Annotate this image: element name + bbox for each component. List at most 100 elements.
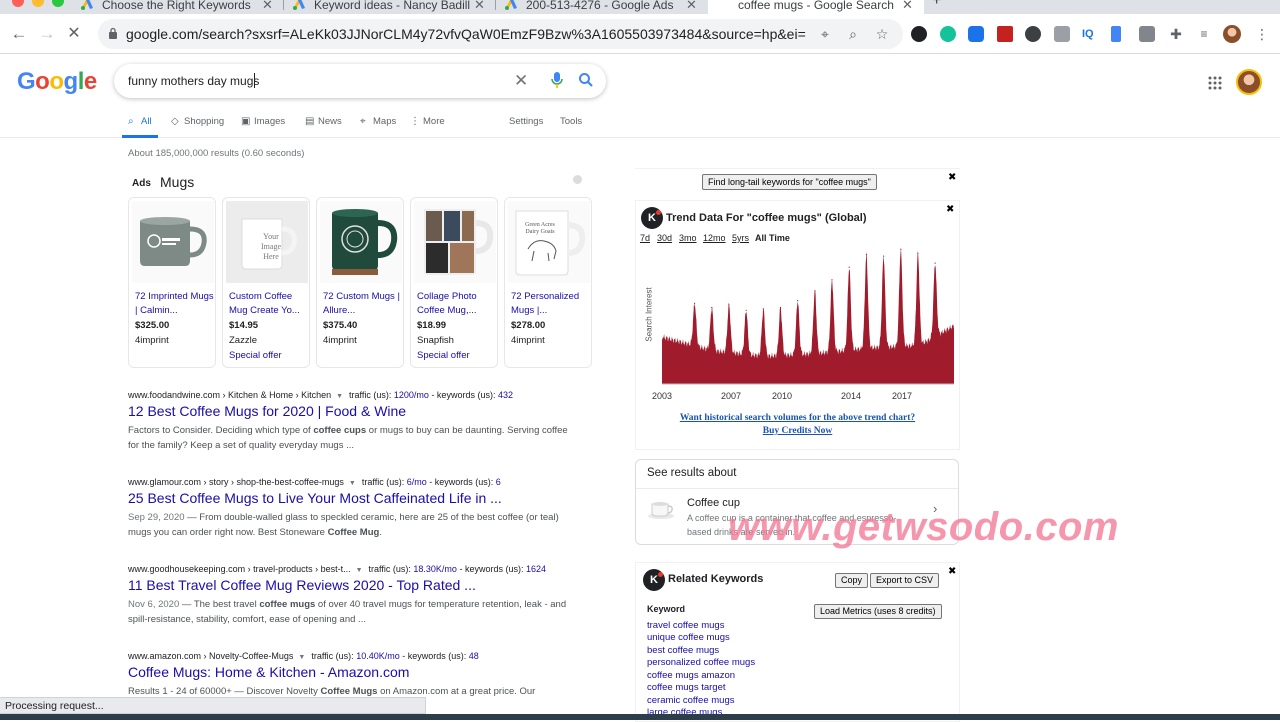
related-keyword-link[interactable]: personalized coffee mugs	[647, 657, 755, 668]
buy-credits-link[interactable]: Buy Credits Now	[635, 426, 960, 436]
extension-icon[interactable]	[1025, 26, 1041, 42]
stop-loading-icon[interactable]: ✕	[64, 24, 84, 44]
related-keyword-link[interactable]: ceramic coffee mugs	[647, 695, 734, 706]
range-12mo[interactable]: 12mo	[703, 233, 726, 243]
product-ad-card[interactable]: Collage Photo Coffee Mug,... $18.99 Snap…	[410, 197, 498, 368]
extensions-puzzle-icon[interactable]: ✚	[1168, 26, 1184, 42]
x-tick-label: 2017	[892, 391, 913, 401]
tab-all[interactable]: ⌕ All	[128, 116, 152, 127]
product-title[interactable]: Collage Photo Coffee Mug,...	[417, 290, 497, 318]
close-widget-icon[interactable]: ✖	[948, 172, 956, 183]
close-widget-icon[interactable]: ✖	[948, 566, 956, 577]
address-bar[interactable]: google.com/search?sxsrf=ALeKk03JJNorCLM4…	[98, 19, 903, 49]
info-icon[interactable]	[573, 175, 582, 184]
product-title[interactable]: 72 Imprinted Mugs | Calmin...	[135, 290, 215, 318]
minimize-window-icon[interactable]	[32, 0, 44, 7]
close-tab-icon[interactable]: ✕	[474, 0, 485, 13]
related-keyword-link[interactable]: coffee mugs amazon	[647, 670, 735, 681]
extension-icon[interactable]	[1054, 26, 1070, 42]
traffic-label: traffic (us):	[368, 564, 411, 574]
result-url[interactable]: www.goodhousekeeping.com › travel-produc…	[128, 564, 351, 574]
browser-menu-icon[interactable]: ⋮	[1254, 26, 1270, 42]
menu-arrow-icon[interactable]: ▼	[336, 393, 343, 400]
extension-icon[interactable]	[1139, 26, 1155, 42]
tab-title: coffee mugs - Google Search	[738, 0, 894, 12]
result-title[interactable]: Coffee Mugs: Home & Kitchen - Amazon.com	[128, 664, 598, 680]
close-tab-icon[interactable]: ✕	[686, 0, 697, 13]
load-metrics-button[interactable]: Load Metrics (uses 8 credits)	[814, 604, 942, 619]
close-widget-icon[interactable]: ✖	[946, 204, 954, 215]
product-ad-card[interactable]: Your Image Here Custom Coffee Mug Create…	[222, 197, 310, 368]
microphone-icon[interactable]	[551, 71, 563, 89]
settings-link[interactable]: Settings	[509, 116, 543, 127]
browser-tab-active[interactable]: coffee mugs - Google Search ✕	[708, 0, 924, 14]
result-url[interactable]: www.glamour.com › story › shop-the-best-…	[128, 477, 344, 487]
close-tab-icon[interactable]: ✕	[262, 0, 273, 13]
google-logo[interactable]: Google	[17, 68, 97, 96]
browser-tab[interactable]: Choose the Right Keywords w ✕	[80, 0, 280, 14]
product-title[interactable]: 72 Custom Mugs | Allure...	[323, 290, 403, 318]
extension-icon[interactable]	[968, 26, 984, 42]
product-title[interactable]: Custom Coffee Mug Create Yo...	[229, 290, 309, 318]
menu-arrow-icon[interactable]: ▼	[298, 654, 305, 661]
menu-arrow-icon[interactable]: ▼	[349, 480, 356, 487]
result-url[interactable]: www.foodandwine.com › Kitchen & Home › K…	[128, 390, 331, 400]
tab-more[interactable]: ⋮ More	[410, 116, 445, 127]
google-ads-icon	[293, 0, 305, 10]
browser-tab[interactable]: Keyword ideas - Nancy Badillo ✕	[292, 0, 492, 14]
browser-tab[interactable]: 200-513-4276 - Google Ads ✕	[504, 0, 704, 14]
tab-shopping[interactable]: ◇ Shopping	[171, 116, 224, 127]
result-title[interactable]: 25 Best Coffee Mugs to Live Your Most Ca…	[128, 490, 598, 506]
menu-arrow-icon[interactable]: ▼	[356, 567, 363, 574]
range-30d[interactable]: 30d	[657, 233, 672, 243]
google-apps-icon[interactable]	[1208, 76, 1222, 90]
new-tab-button[interactable]: +	[932, 0, 952, 12]
tab-images[interactable]: ▣ Images	[241, 116, 285, 127]
extension-icon[interactable]	[1111, 26, 1121, 42]
range-7d[interactable]: 7d	[640, 233, 650, 243]
account-avatar[interactable]	[1236, 69, 1262, 95]
product-title[interactable]: 72 Personalized Mugs |...	[511, 290, 591, 318]
result-url[interactable]: www.amazon.com › Novelty-Coffee-Mugs	[128, 651, 293, 661]
forward-icon[interactable]: →	[37, 24, 57, 44]
search-icon[interactable]	[578, 71, 594, 89]
back-icon[interactable]: ←	[9, 24, 29, 44]
tab-maps[interactable]: ⌖ Maps	[360, 116, 396, 127]
product-ad-card[interactable]: 72 Custom Mugs | Allure... $375.40 4impr…	[316, 197, 404, 368]
tools-link[interactable]: Tools	[560, 116, 582, 127]
range-3mo[interactable]: 3mo	[679, 233, 697, 243]
result-title[interactable]: 12 Best Coffee Mugs for 2020 | Food & Wi…	[128, 403, 598, 419]
product-ad-card[interactable]: 72 Imprinted Mugs | Calmin... $325.00 4i…	[128, 197, 216, 368]
keywords-everywhere-extension-icon[interactable]	[911, 26, 927, 42]
related-keyword-link[interactable]: best coffee mugs	[647, 645, 719, 656]
related-keyword-link[interactable]: travel coffee mugs	[647, 620, 724, 631]
close-tab-icon[interactable]: ✕	[902, 0, 913, 13]
grammarly-extension-icon[interactable]	[940, 26, 956, 42]
profile-avatar[interactable]	[1223, 25, 1241, 43]
snippet-highlight: coffee cups	[313, 425, 367, 436]
related-keyword-link[interactable]: coffee mugs target	[647, 682, 726, 693]
copy-button[interactable]: Copy	[835, 573, 869, 588]
historical-volumes-link[interactable]: Want historical search volumes for the a…	[635, 413, 960, 423]
related-keyword-link[interactable]: unique coffee mugs	[647, 632, 730, 643]
export-csv-button[interactable]: Export to CSV	[870, 573, 940, 588]
product-ad-card[interactable]: Green Acres Dairy Goats 72 Personalized …	[504, 197, 592, 368]
range-5yrs[interactable]: 5yrs	[732, 233, 749, 243]
bookmark-star-icon[interactable]: ☆	[873, 25, 891, 43]
iq-extension-icon[interactable]: IQ	[1082, 26, 1098, 42]
tab-news[interactable]: ▤ News	[305, 116, 342, 127]
close-window-icon[interactable]	[12, 0, 24, 7]
search-input[interactable]: funny mothers day mugs	[128, 74, 259, 88]
result-title[interactable]: 11 Best Travel Coffee Mug Reviews 2020 -…	[128, 577, 598, 593]
location-icon[interactable]: ⌖	[816, 25, 834, 43]
zoom-icon[interactable]: ⌕	[844, 25, 862, 43]
search-box[interactable]: funny mothers day mugs ✕	[114, 64, 606, 98]
maximize-window-icon[interactable]	[52, 0, 64, 7]
ads-heading: Mugs	[160, 174, 195, 190]
range-all-time[interactable]: All Time	[755, 233, 790, 243]
clear-search-icon[interactable]: ✕	[514, 71, 528, 91]
find-longtail-button[interactable]: Find long-tail keywords for "coffee mugs…	[702, 174, 877, 190]
reading-list-icon[interactable]: ≡	[1196, 26, 1212, 42]
extension-icon[interactable]	[997, 26, 1013, 42]
more-icon: ⋮	[410, 116, 420, 127]
